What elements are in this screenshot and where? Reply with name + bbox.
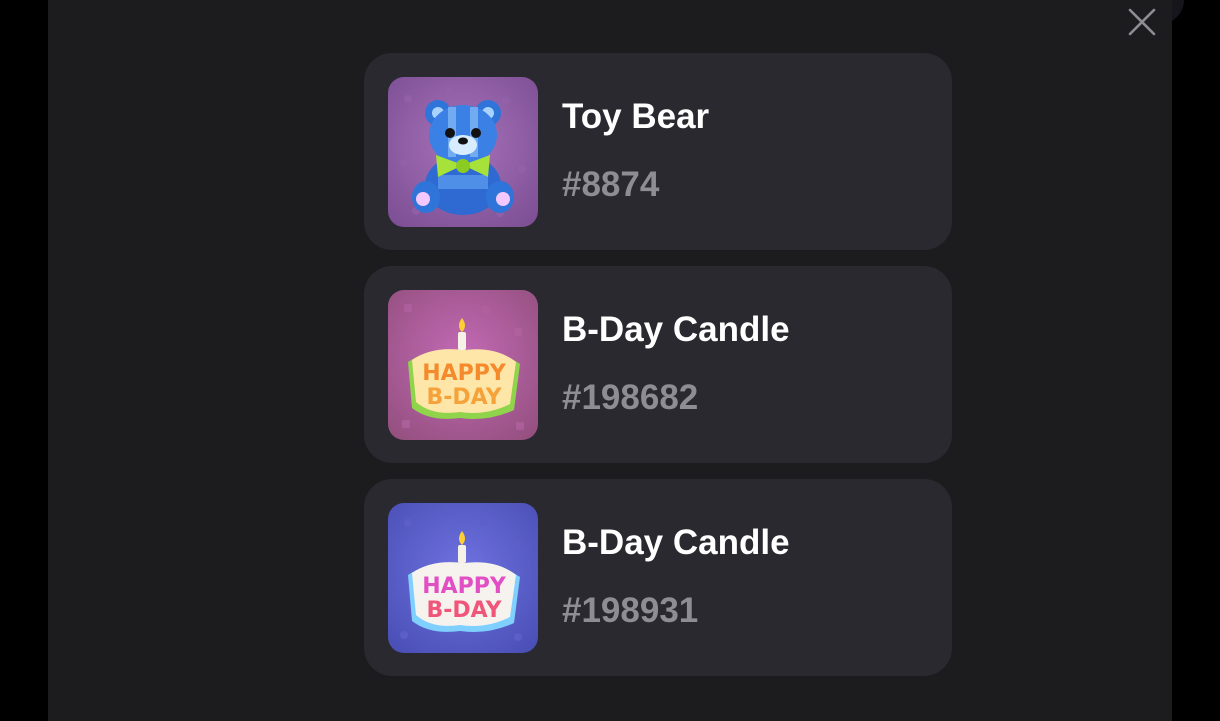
- cake-text-line-2: B-DAY: [426, 385, 502, 410]
- gift-name: B-Day Candle: [562, 523, 790, 562]
- bday-candle-image: HAPPY B-DAY: [388, 290, 538, 440]
- gift-number: #8874: [562, 165, 660, 204]
- gift-name: Toy Bear: [562, 97, 710, 136]
- bday-candle-image: HAPPY B-DAY: [388, 503, 538, 653]
- gift-card-toy-bear[interactable]: Toy Bear #8874: [364, 53, 952, 250]
- gift-list: Toy Bear #8874 HAPPY B-DAY B-Day Candle …: [364, 53, 952, 692]
- cake-text-line-2: B-DAY: [426, 598, 502, 623]
- gift-card-bday-candle[interactable]: HAPPY B-DAY B-Day Candle #198682: [364, 266, 952, 463]
- gift-number: #198682: [562, 378, 699, 417]
- gift-list-modal: Toy Bear #8874 HAPPY B-DAY B-Day Candle …: [48, 0, 1172, 721]
- cake-text-line-1: HAPPY: [422, 361, 507, 386]
- close-icon: [1128, 8, 1156, 36]
- cake-text-line-1: HAPPY: [422, 574, 507, 599]
- toy-bear-image: [388, 77, 538, 227]
- gift-number: #198931: [562, 591, 699, 630]
- gift-name: B-Day Candle: [562, 310, 790, 349]
- close-button[interactable]: [1124, 4, 1160, 40]
- gift-card-bday-candle[interactable]: HAPPY B-DAY B-Day Candle #198931: [364, 479, 952, 676]
